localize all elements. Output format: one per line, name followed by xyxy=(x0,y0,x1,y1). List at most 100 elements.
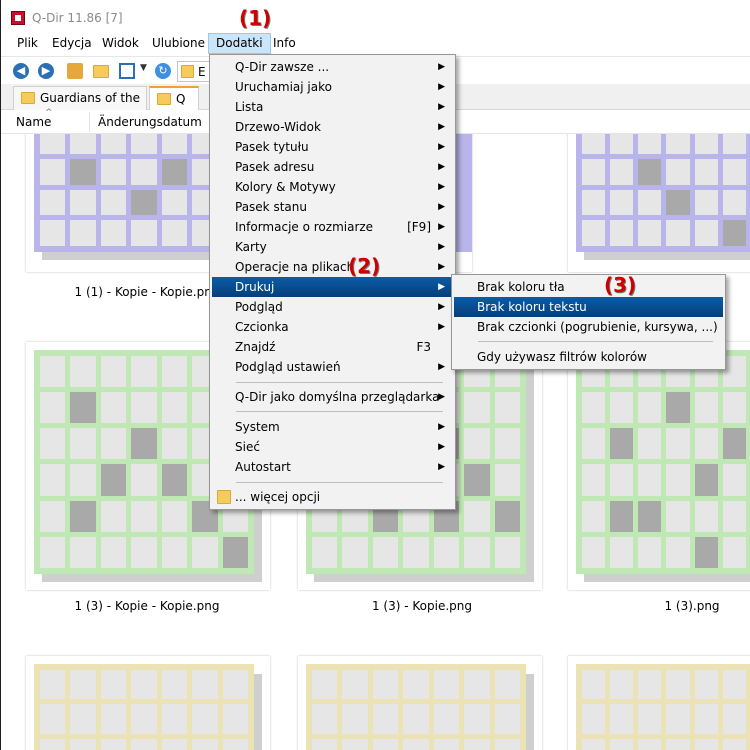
file-caption[interactable]: 1 (3) - Kopie.png xyxy=(297,599,547,613)
menu-item-system[interactable]: System ▶ xyxy=(212,417,453,437)
menu-item-drukuj[interactable]: Drukuj ▶ xyxy=(212,277,453,297)
menu-item-label: Czcionka xyxy=(235,320,289,334)
chevron-right-icon: ▶ xyxy=(438,282,445,292)
menu-plik[interactable]: Plik xyxy=(10,33,45,54)
thumbnail-item[interactable] xyxy=(568,342,750,590)
chevron-down-icon[interactable]: ▼ xyxy=(140,63,150,79)
menu-item-label: Uruchamiaj jako xyxy=(235,80,332,94)
drukuj-submenu: Brak koloru tła Brak koloru tekstu Brak … xyxy=(451,274,726,370)
menu-item-label: Lista xyxy=(235,100,264,114)
menu-item-qdir-zawsze[interactable]: Q-Dir zawsze ... ▶ xyxy=(212,57,453,77)
menu-item-podglad-ustawien[interactable]: Podgląd ustawień ▶ xyxy=(212,357,453,377)
menu-item-czcionka[interactable]: Czcionka ▶ xyxy=(212,317,453,337)
chevron-right-icon: ▶ xyxy=(438,102,445,112)
menu-item-label: Operacje na plikach xyxy=(235,260,355,274)
menu-item-domyslna[interactable]: Q-Dir jako domyślna przeglądarka ▶ xyxy=(212,387,453,407)
menu-item-wiecej-opcji[interactable]: ... więcej opcji xyxy=(212,487,453,507)
chevron-right-icon: ▶ xyxy=(438,442,445,452)
submenu-item-brak-koloru-tla[interactable]: Brak koloru tła xyxy=(454,277,723,297)
chevron-right-icon: ▶ xyxy=(438,242,445,252)
chevron-right-icon: ▶ xyxy=(438,262,445,272)
menu-item-label: Q-Dir jako domyślna przeglądarka xyxy=(235,390,440,404)
chevron-right-icon: ▶ xyxy=(438,462,445,472)
menu-dodatki[interactable]: Dodatki xyxy=(208,33,271,54)
column-divider[interactable] xyxy=(89,112,90,132)
chevron-right-icon: ▶ xyxy=(438,222,445,232)
menu-info[interactable]: Info xyxy=(266,33,303,54)
menu-widok[interactable]: Widok xyxy=(95,33,146,54)
back-icon[interactable]: ◀ xyxy=(13,63,29,79)
menu-item-karty[interactable]: Karty ▶ xyxy=(212,237,453,257)
menu-edycja[interactable]: Edycja xyxy=(45,33,99,54)
tab-label: Q xyxy=(176,92,186,106)
menu-item-drzewo-widok[interactable]: Drzewo-Widok ▶ xyxy=(212,117,453,137)
chevron-right-icon: ▶ xyxy=(438,162,445,172)
menu-item-label: System xyxy=(235,420,280,434)
chevron-right-icon: ▶ xyxy=(438,322,445,332)
submenu-item-brak-czcionki[interactable]: Brak czcionki (pogrubienie, kursywa, ...… xyxy=(454,317,723,337)
chevron-right-icon: ▶ xyxy=(438,302,445,312)
menu-item-label: Q-Dir zawsze ... xyxy=(235,60,330,74)
annotation-step-3: (3) xyxy=(604,273,637,297)
menu-item-label: Pasek stanu xyxy=(235,200,307,214)
thumbnail-item[interactable] xyxy=(298,656,542,750)
tab-guardians[interactable]: Guardians of the ... xyxy=(13,86,147,127)
menu-item-label: Podgląd xyxy=(235,300,283,314)
annotation-step-1: (1) xyxy=(239,6,272,30)
menu-item-informacje[interactable]: Informacje o rozmiarze [F9] ▶ xyxy=(212,217,453,237)
folder-icon xyxy=(181,65,194,78)
menu-item-label: Pasek adresu xyxy=(235,160,315,174)
sort-up-icon: ^ xyxy=(45,108,53,118)
menu-item-label: Drzewo-Widok xyxy=(235,120,321,134)
menu-bar: Plik Edycja Widok Ulubione Dodatki Info xyxy=(1,32,750,54)
menu-item-label: Drukuj xyxy=(235,280,275,294)
file-caption[interactable]: 1 (3).png xyxy=(567,599,750,613)
menu-separator xyxy=(236,382,443,383)
app-window: Q-Dir 11.86 [7] Plik Edycja Widok Ulubio… xyxy=(0,0,750,750)
menu-item-siec[interactable]: Sieć ▶ xyxy=(212,437,453,457)
menu-item-pasek-adresu[interactable]: Pasek adresu ▶ xyxy=(212,157,453,177)
menu-item-podglad[interactable]: Podgląd ▶ xyxy=(212,297,453,317)
thumbnail-item[interactable] xyxy=(568,656,750,750)
menu-item-znajdz[interactable]: Znajdź F3 xyxy=(212,337,453,357)
menu-item-label: Sieć xyxy=(235,440,260,454)
chevron-right-icon: ▶ xyxy=(438,122,445,132)
menu-item-operacje[interactable]: Operacje na plikach ▶ xyxy=(212,257,453,277)
tab-q[interactable]: Q xyxy=(149,86,199,110)
file-caption[interactable]: 1 (3) - Kopie - Kopie.png xyxy=(22,599,272,613)
refresh-icon[interactable]: ↻ xyxy=(155,63,171,79)
menu-ulubione[interactable]: Ulubione xyxy=(145,33,212,54)
thumbnail-item[interactable] xyxy=(26,656,270,750)
thumbnail-item[interactable] xyxy=(568,134,750,272)
up-folder-icon[interactable] xyxy=(67,63,83,79)
menu-item-lista[interactable]: Lista ▶ xyxy=(212,97,453,117)
menu-shortcut: F3 xyxy=(416,340,431,354)
chevron-right-icon: ▶ xyxy=(438,422,445,432)
chevron-right-icon: ▶ xyxy=(438,82,445,92)
menu-separator xyxy=(236,482,443,483)
menu-separator xyxy=(478,341,713,342)
address-text: E xyxy=(198,65,206,79)
submenu-item-filtry-kolorow[interactable]: Gdy używasz filtrów kolorów xyxy=(454,347,723,367)
menu-item-uruchamiaj[interactable]: Uruchamiaj jako ▶ xyxy=(212,77,453,97)
menu-item-label: Informacje o rozmiarze xyxy=(235,220,374,234)
column-date[interactable]: Änderungsdatum xyxy=(98,115,202,129)
chevron-right-icon: ▶ xyxy=(438,182,445,192)
menu-item-pasek-tytulu[interactable]: Pasek tytułu ▶ xyxy=(212,137,453,157)
new-folder-icon[interactable] xyxy=(93,65,109,78)
menu-item-pasek-stanu[interactable]: Pasek stanu ▶ xyxy=(212,197,453,217)
menu-item-autostart[interactable]: Autostart ▶ xyxy=(212,457,453,477)
window-title: Q-Dir 11.86 [7] xyxy=(32,11,123,25)
submenu-item-brak-koloru-tekstu[interactable]: Brak koloru tekstu xyxy=(454,297,723,317)
title-bar: Q-Dir 11.86 [7] xyxy=(1,0,750,32)
forward-icon[interactable]: ▶ xyxy=(38,63,54,79)
menu-separator xyxy=(236,411,443,412)
view-mode-icon[interactable] xyxy=(119,63,135,79)
folder-icon xyxy=(157,93,171,105)
dodatki-menu: Q-Dir zawsze ... ▶ Uruchamiaj jako ▶ Lista… xyxy=(209,54,456,510)
folder-icon xyxy=(21,92,35,104)
menu-item-kolory[interactable]: Kolory & Motywy ▶ xyxy=(212,177,453,197)
menu-item-label: Pasek tytułu xyxy=(235,140,309,154)
menu-item-label: ... więcej opcji xyxy=(235,490,321,504)
chevron-right-icon: ▶ xyxy=(438,142,445,152)
